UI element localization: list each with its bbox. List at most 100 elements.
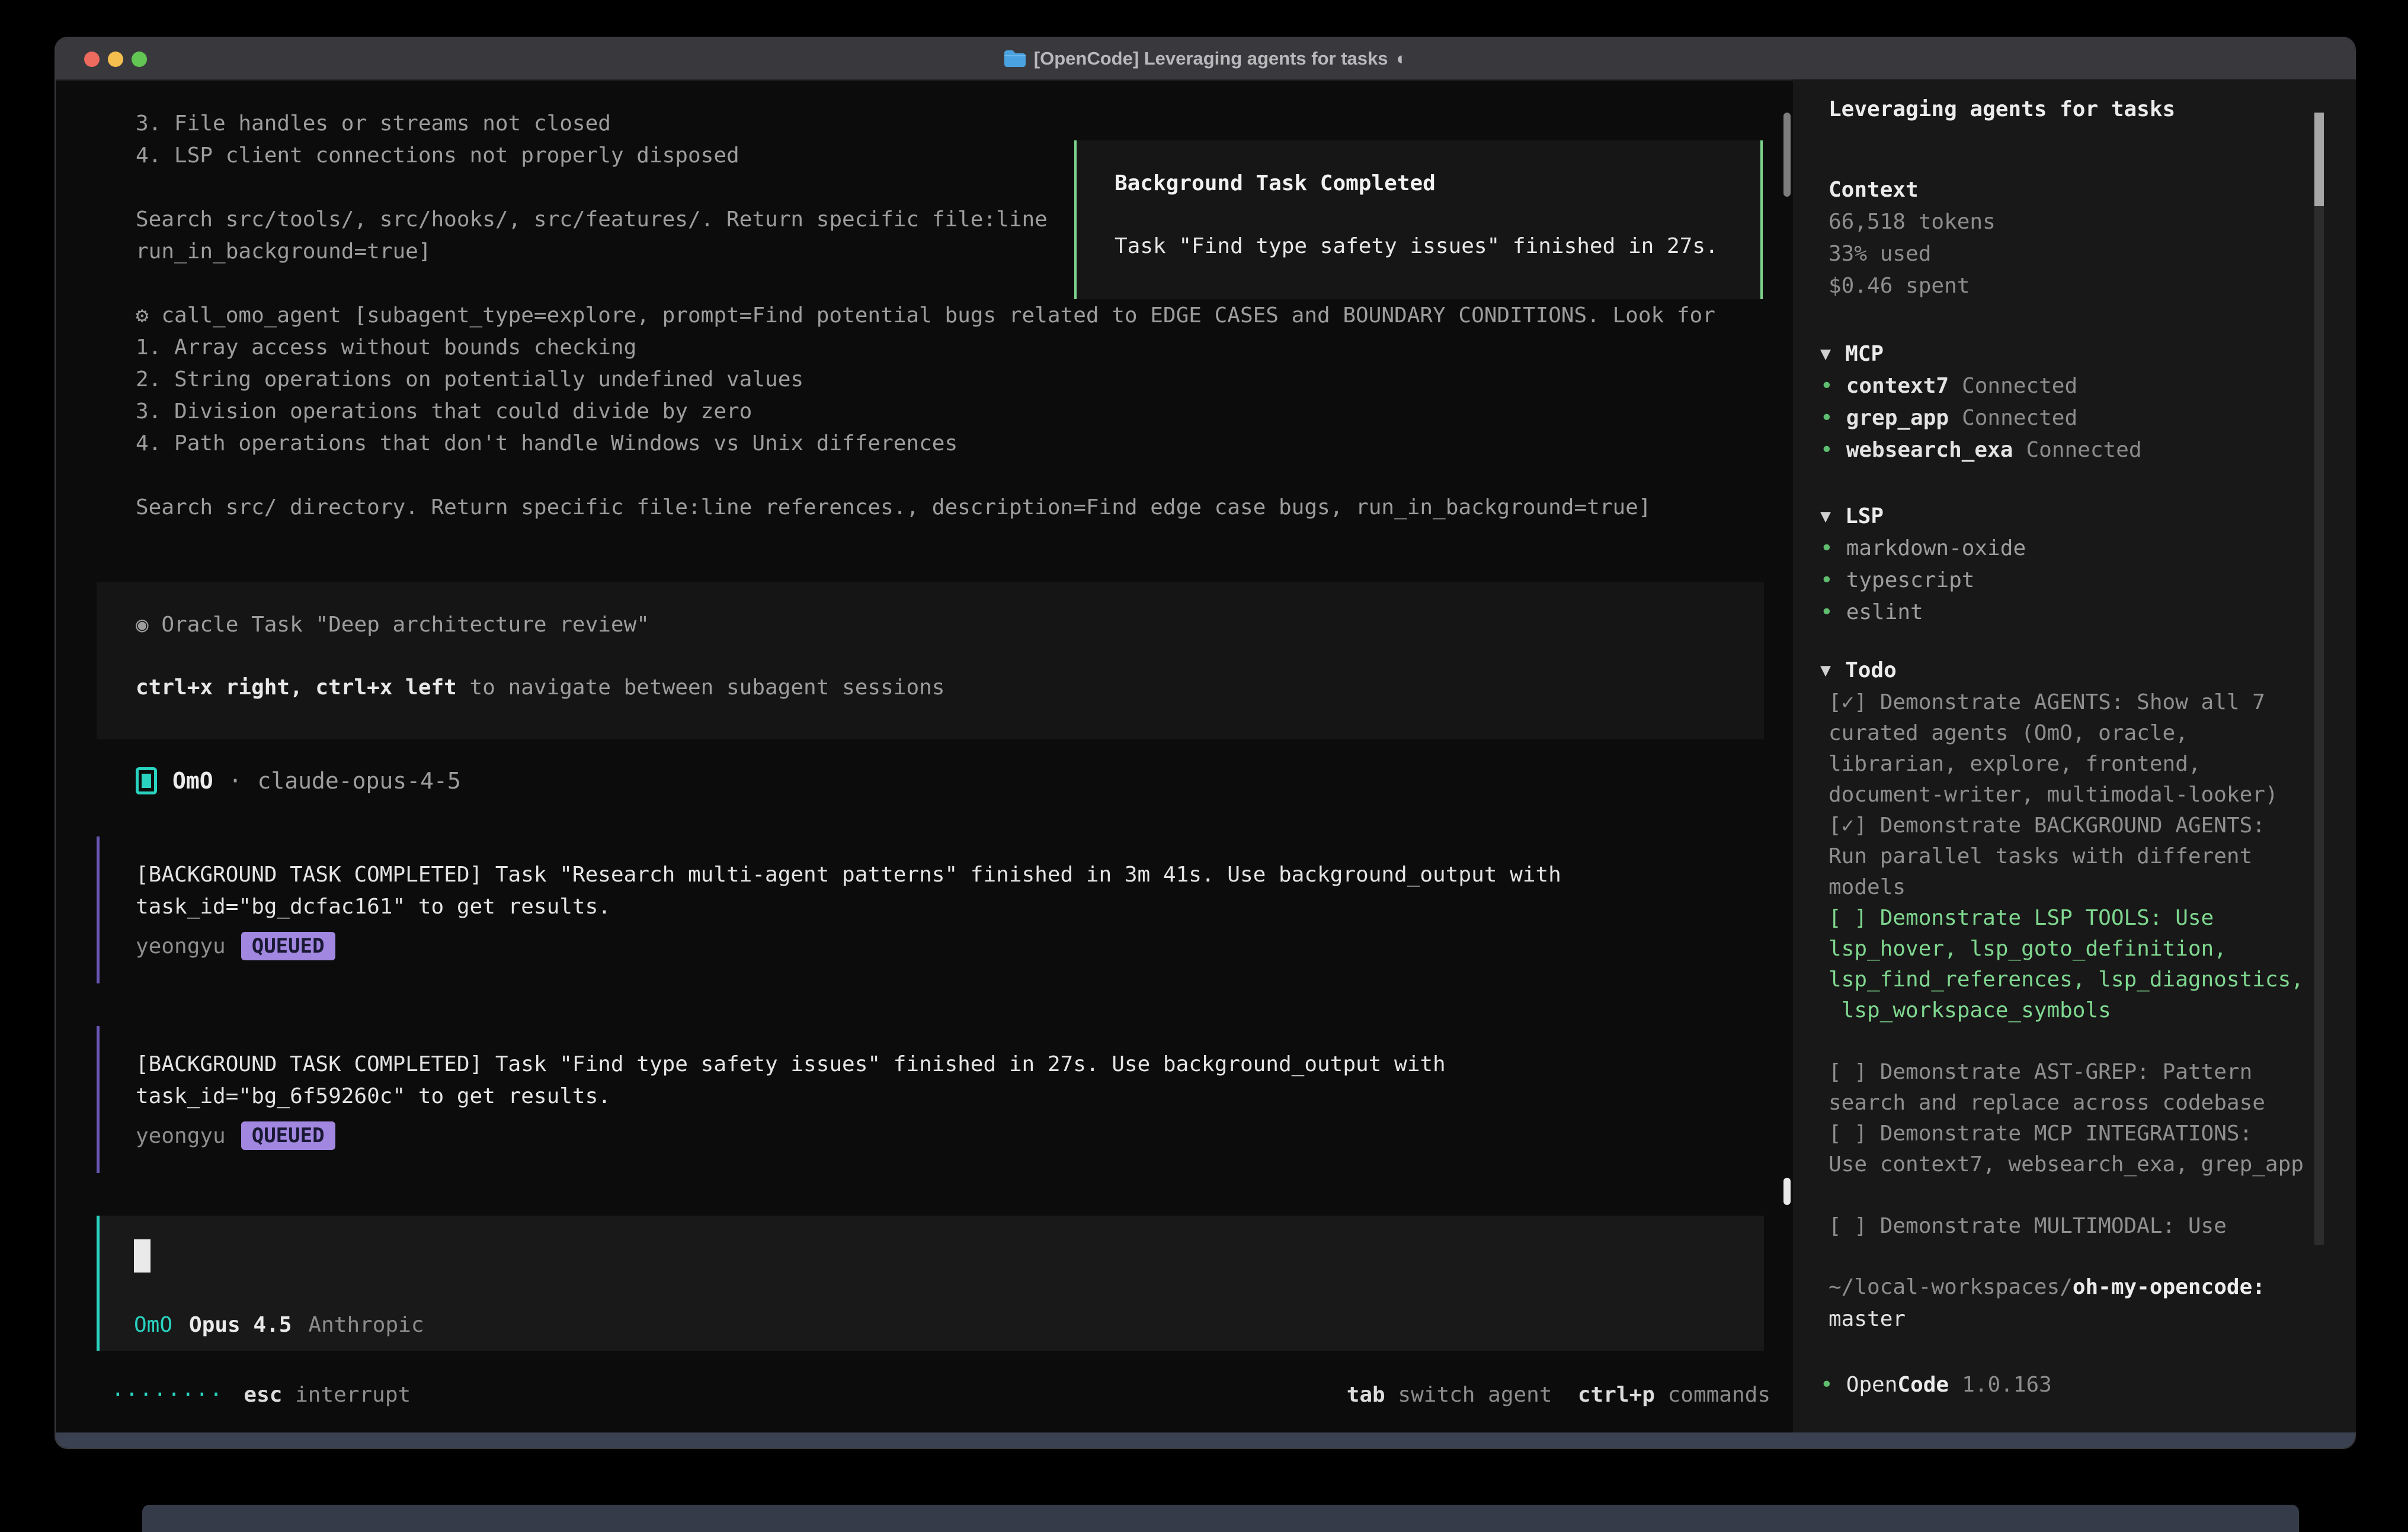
mcp-status: Connected <box>1962 406 2077 430</box>
status-dot-icon: • <box>1820 600 1833 624</box>
main-scrollbar-thumb-secondary[interactable] <box>1783 1178 1791 1205</box>
context-used: 33% used <box>1829 238 1996 270</box>
sidebar-scrollbar-track[interactable] <box>2314 113 2324 1245</box>
task-message: [BACKGROUND TASK COMPLETED] Task "Find t… <box>97 1026 1696 1173</box>
path-prefix: ~/local-workspaces/ <box>1829 1275 2073 1299</box>
lsp-header-label: LSP <box>1845 504 1884 528</box>
agent-model: claude-opus-4-5 <box>258 768 461 794</box>
lsp-section-header[interactable]: ▼ LSP <box>1820 500 2026 532</box>
close-window-button[interactable] <box>84 52 100 67</box>
lsp-item: • markdown-oxide <box>1820 532 2026 564</box>
titlebar[interactable]: [OpenCode] Leveraging agents for tasks ◐ <box>56 38 2355 81</box>
mcp-item: • context7 Connected <box>1820 370 2142 402</box>
mcp-item: • grep_app Connected <box>1820 402 2142 434</box>
todo-line: curated agents (OmO, oracle, <box>1829 718 2304 749</box>
status-dot-icon: • <box>1820 1373 1833 1397</box>
todo-line: lsp_hover, lsp_goto_definition, <box>1829 934 2304 964</box>
todo-section: ▼ Todo [✓] Demonstrate AGENTS: Show all … <box>1820 654 2304 1242</box>
terminal-line: 2. String operations on potentially unde… <box>136 364 1715 396</box>
terminal-line: Search src/ directory. Return specific f… <box>136 492 1715 524</box>
mcp-header-label: MCP <box>1845 342 1884 366</box>
todo-line: models <box>1829 872 2304 903</box>
collapse-icon: ▼ <box>1820 506 1831 527</box>
maximize-window-button[interactable] <box>132 52 147 67</box>
sidebar-scrollbar-thumb[interactable] <box>2314 113 2324 206</box>
todo-line: Run parallel tasks with different <box>1829 841 2304 872</box>
mcp-section-header[interactable]: ▼ MCP <box>1820 338 2142 370</box>
task-message-line: task_id="bg_6f59260c" to get results. <box>136 1081 1696 1113</box>
folder-icon <box>1003 49 1026 68</box>
collapse-icon: ▼ <box>1820 344 1831 364</box>
status-badge: QUEUED <box>241 932 335 960</box>
todo-line: lsp_workspace_symbols <box>1829 995 2304 1026</box>
nav-keys: ctrl+x right, ctrl+x left <box>136 675 457 700</box>
agent-separator: · <box>229 768 242 794</box>
status-dot-icon: • <box>1820 536 1833 560</box>
agent-name: OmO <box>172 768 213 794</box>
app-version: 1.0.163 <box>1962 1373 2052 1397</box>
prompt-input[interactable]: OmO Opus 4.5 Anthropic <box>97 1216 1764 1351</box>
context-spent: $0.46 spent <box>1829 270 1996 302</box>
status-dot-icon: • <box>1820 406 1833 430</box>
tab-hint-text: switch agent <box>1398 1379 1552 1411</box>
dock-bar <box>142 1505 2299 1532</box>
task-message-line: [BACKGROUND TASK COMPLETED] Task "Find t… <box>136 1049 1696 1081</box>
ctrlp-hint-text: commands <box>1668 1379 1770 1411</box>
model-row: OmO Opus 4.5 Anthropic <box>134 1309 424 1341</box>
spinner-dots-icon: ········ <box>111 1379 223 1411</box>
agent-icon <box>136 767 157 794</box>
status-dot-icon: • <box>1820 438 1833 462</box>
session-title: Leveraging agents for tasks <box>1829 97 2175 121</box>
lsp-item: • typescript <box>1820 564 2026 596</box>
app-name-open: Open <box>1846 1373 1898 1397</box>
lsp-item: • eslint <box>1820 596 2026 628</box>
task-user: yeongyu <box>136 934 226 959</box>
subagent-nav-hint: ctrl+x right, ctrl+x left to navigate be… <box>136 675 944 700</box>
mcp-item: • websearch_exa Connected <box>1820 434 2142 466</box>
task-message-line: task_id="bg_dcfac161" to get results. <box>136 891 1696 923</box>
current-model: Opus 4.5 <box>189 1309 292 1341</box>
oracle-task-label: ◉ Oracle Task "Deep architecture review" <box>136 613 649 637</box>
agent-header: OmO · claude-opus-4-5 <box>136 767 461 794</box>
oracle-task-session[interactable]: ◉ Oracle Task "Deep architecture review"… <box>97 582 1764 739</box>
todo-line: [✓] Demonstrate AGENTS: Show all 7 <box>1829 687 2304 718</box>
background-task-toast: Background Task Completed Task "Find typ… <box>1074 140 1763 299</box>
todo-line: librarian, explore, frontend, <box>1829 749 2304 780</box>
collapse-icon: ▼ <box>1820 660 1831 681</box>
terminal-line: 1. Array access without bounds checking <box>136 332 1715 364</box>
context-tokens: 66,518 tokens <box>1829 206 1996 238</box>
terminal-line: 4. Path operations that don't handle Win… <box>136 428 1715 460</box>
todo-line <box>1829 1180 2304 1211</box>
todo-header-label: Todo <box>1845 658 1897 682</box>
mcp-status: Connected <box>1962 374 2077 398</box>
todo-line: [ ] Demonstrate MULTIMODAL: Use <box>1829 1211 2304 1242</box>
todo-line: Use context7, websearch_exa, grep_app <box>1829 1149 2304 1180</box>
lsp-name: markdown-oxide <box>1846 536 2026 560</box>
todo-line: [ ] Demonstrate MCP INTEGRATIONS: <box>1829 1118 2304 1149</box>
lsp-name: eslint <box>1846 600 1923 624</box>
minimize-window-button[interactable] <box>108 52 123 67</box>
terminal-line <box>136 460 1715 492</box>
version-row: • OpenCode 1.0.163 <box>1820 1368 2052 1400</box>
todo-line: [ ] Demonstrate AST-GREP: Pattern <box>1829 1057 2304 1088</box>
todo-section-header[interactable]: ▼ Todo <box>1820 654 2304 686</box>
app-name-code: Code <box>1897 1373 1949 1397</box>
nav-hint-text: to navigate between subagent sessions <box>457 675 945 700</box>
lsp-section: ▼ LSP • markdown-oxide • typescript • es… <box>1820 500 2026 628</box>
context-header: Context <box>1829 174 1996 206</box>
tab-key-hint: tab <box>1347 1379 1385 1411</box>
mcp-name: websearch_exa <box>1846 438 2013 462</box>
esc-key-hint: esc <box>244 1379 282 1411</box>
status-dot-icon: • <box>1820 568 1833 592</box>
todo-line: search and replace across codebase <box>1829 1088 2304 1118</box>
mcp-name: grep_app <box>1846 406 1949 430</box>
sidebar: Leveraging agents for tasks Context 66,5… <box>1793 79 2356 1432</box>
toast-body: Task "Find type safety issues" finished … <box>1115 234 1718 258</box>
lsp-name: typescript <box>1846 568 1975 592</box>
esc-hint-label <box>282 1379 295 1411</box>
window-title: [OpenCode] Leveraging agents for tasks ◐ <box>1003 48 1407 69</box>
terminal-line: 3. Division operations that could divide… <box>136 396 1715 428</box>
traffic-lights <box>84 38 147 81</box>
context-section: Context 66,518 tokens 33% used $0.46 spe… <box>1829 174 1996 302</box>
main-scrollbar-thumb[interactable] <box>1783 113 1791 197</box>
